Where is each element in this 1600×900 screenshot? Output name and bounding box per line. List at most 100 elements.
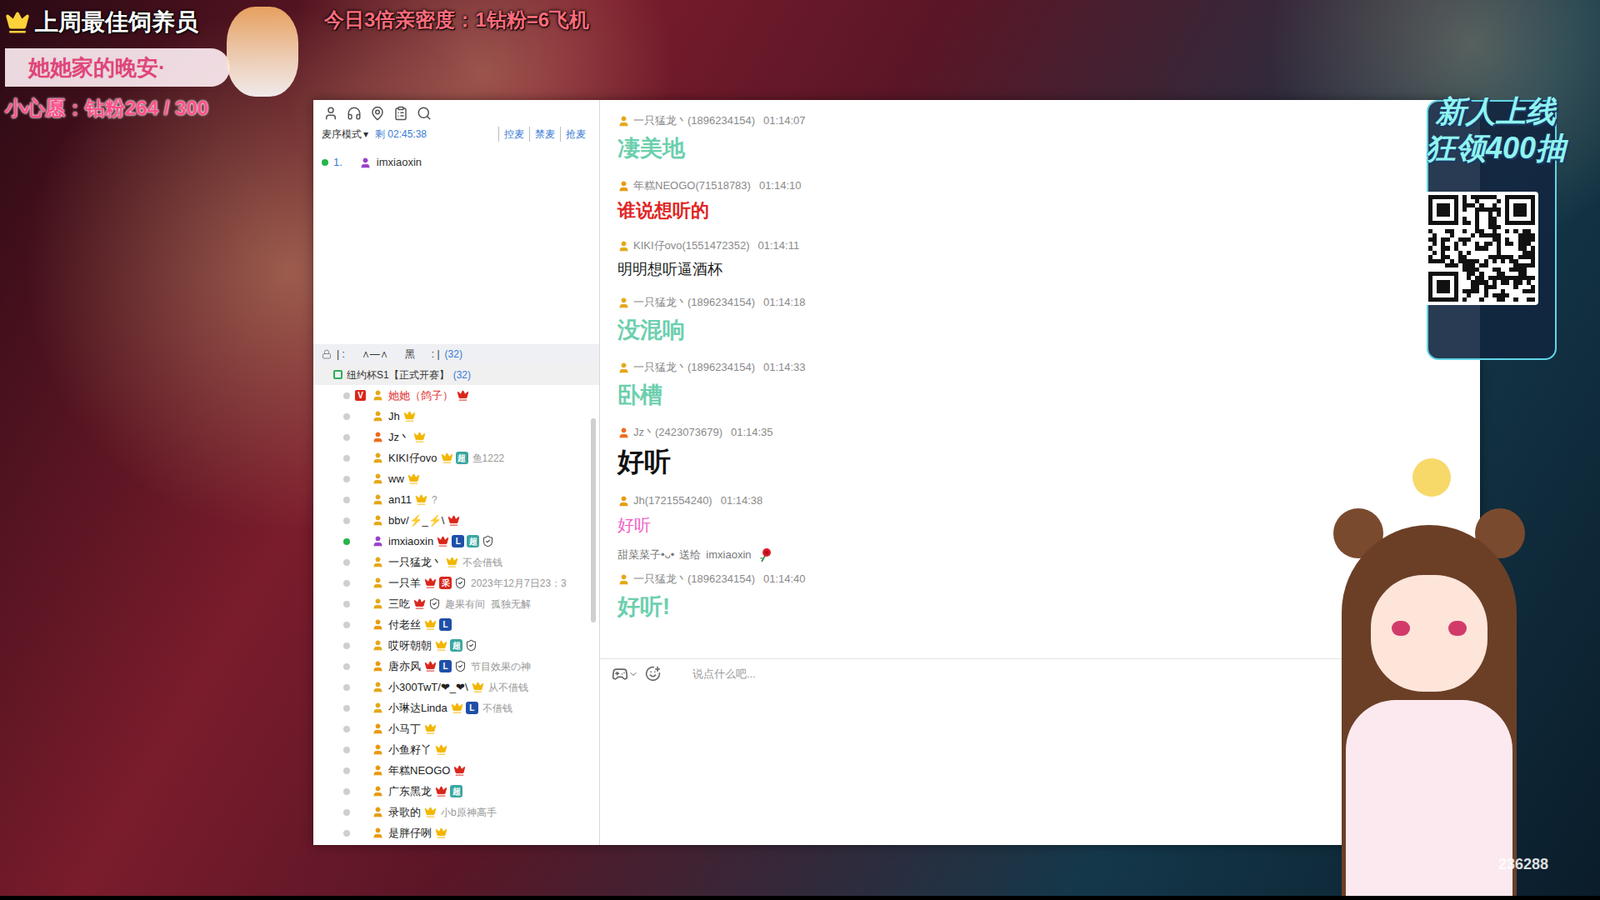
member-status-dot [343, 580, 350, 587]
chat-message-text: 没混响 [617, 315, 1480, 345]
member-row[interactable]: imxiaoxinL超 [313, 530, 600, 552]
chat-time: 01:14:11 [758, 238, 800, 254]
mic-action-link[interactable]: 抢麦 [560, 126, 591, 142]
member-row[interactable]: 唐亦风L节目效果の神 [313, 655, 600, 677]
member-row[interactable]: 小琳达LindaL不借钱 [313, 697, 600, 719]
member-note: ? [431, 492, 438, 508]
member-row[interactable]: 付老丝L [313, 614, 600, 635]
chat-time: 01:14:07 [763, 113, 806, 129]
member-role-icon [617, 495, 630, 508]
crown-badge-icon [413, 597, 426, 610]
member-row[interactable]: 年糕NEOGO [313, 760, 600, 781]
member-row[interactable]: ww [313, 468, 600, 490]
shield-badge-icon [481, 535, 495, 548]
member-row[interactable]: bbv/⚡_⚡\ [313, 510, 600, 531]
crown-badge-icon [445, 555, 459, 569]
member-row[interactable]: Jz丶 [313, 426, 600, 448]
member-row[interactable]: 广东黑龙超 [313, 780, 600, 802]
font-style-icon[interactable] [645, 665, 661, 682]
member-role-icon [371, 493, 385, 506]
member-tag-badge: 超 [450, 639, 463, 652]
crown-badge-icon [424, 722, 437, 735]
chat-app-window: 麦序模式▾ 剩 02:45:38 控麦禁麦抢麦 1.imxiaoxin | : ∧—∧ … [313, 100, 1480, 845]
member-status-dot [343, 725, 350, 733]
member-name: KIKI仔ovo [388, 450, 438, 467]
member-row[interactable]: 三吃趣果有间 孤独无解 [313, 593, 600, 615]
member-row[interactable]: 录歌的小b原神高手 [313, 801, 600, 823]
member-status-dot [343, 663, 350, 670]
member-status-dot [343, 392, 350, 400]
member-name: 一只猛龙丶 [388, 554, 443, 571]
shield-badge-icon [454, 576, 467, 590]
member-row[interactable]: 小鱼籽丫 [313, 739, 600, 760]
member-row[interactable]: 一只羊采2023年12月7日23：3 [313, 572, 600, 594]
chat-user[interactable]: Jh(1721554240) [633, 493, 713, 509]
stream-watermark: 236288 [1498, 853, 1549, 876]
game-menu-button[interactable] [611, 665, 639, 683]
member-name: an11 [388, 491, 412, 509]
member-row[interactable]: 小300TwT/❤_❤\ 从不借钱 [313, 676, 600, 698]
member-row[interactable]: an11? [313, 489, 600, 510]
member-tag-badge: L [451, 535, 465, 548]
member-role-icon [617, 296, 630, 310]
member-role-icon [371, 389, 385, 402]
member-row[interactable]: 小马丁 [313, 718, 600, 740]
chat-message: 年糕NEOGO(71518783)01:14:10谁说想听的 [617, 178, 1480, 224]
mic-queue-entry[interactable]: 1.imxiaoxin [321, 153, 591, 172]
member-row[interactable]: Jh [313, 405, 600, 427]
member-tag-badge: 超 [450, 785, 463, 798]
member-tag-badge: L [465, 701, 479, 715]
chat-user[interactable]: 一只猛龙丶(1896234154) [633, 295, 755, 310]
crown-badge-icon [471, 680, 485, 694]
member-name: 小300TwT/❤_❤\ [388, 679, 469, 696]
member-status-dot [343, 830, 350, 837]
member-name: ww [388, 470, 405, 488]
mic-action-link[interactable]: 禁麦 [529, 126, 560, 142]
member-role-icon [371, 826, 385, 840]
chat-user[interactable]: 一只猛龙丶(1896234154) [633, 113, 755, 129]
member-note: 从不借钱 [488, 680, 529, 695]
search-icon[interactable] [416, 105, 432, 121]
user-icon[interactable] [323, 105, 339, 121]
member-row[interactable]: 哎呀朝朝超 [313, 635, 600, 656]
member-status-dot [343, 434, 350, 441]
chat-user[interactable]: KIKI仔ovo(1551472352) [633, 238, 750, 254]
member-row[interactable]: 是胖仔咧 [313, 822, 600, 844]
member-status-dot [343, 559, 350, 566]
member-row[interactable]: V她她（鸽子） [313, 385, 600, 406]
member-tag-badge: L [439, 660, 452, 673]
chat-time: 01:14:10 [759, 178, 802, 194]
headset-icon[interactable] [346, 105, 362, 121]
chat-time: 01:14:38 [720, 493, 764, 509]
chat-user[interactable]: 一只猛龙丶(1896234154) [633, 571, 755, 587]
member-status-dot [343, 705, 350, 712]
mic-action-link[interactable]: 控麦 [498, 126, 530, 142]
member-status-dot [343, 767, 350, 775]
member-note: 小b原神高手 [440, 805, 497, 820]
subchannel-row[interactable]: 纽约杯S1【正式开赛】(32) [313, 364, 600, 385]
channel-header[interactable]: | : ∧—∧ 黑 : |(32) [313, 344, 600, 365]
member-role-icon [371, 722, 385, 735]
member-row[interactable]: 一只猛龙丶不会借钱 [313, 551, 600, 573]
promo-overlay: 新人上线狂领400抽 [1408, 93, 1584, 305]
mic-remaining: 剩 02:45:38 [375, 126, 427, 142]
member-role-icon [371, 764, 385, 777]
mic-mode-select[interactable]: 麦序模式▾ [321, 126, 369, 142]
best-keeper-title: 上周最佳饲养员 [35, 5, 199, 40]
chat-user[interactable]: Jz丶(2423073679) [633, 425, 723, 440]
chat-user[interactable]: 一只猛龙丶(1896234154) [633, 360, 755, 375]
member-name: 是胖仔咧 [388, 825, 432, 842]
crown-badge-icon [407, 472, 420, 485]
member-name: bbv/⚡_⚡\ [388, 512, 445, 530]
crown-badge-icon [440, 451, 454, 465]
member-status-dot [343, 538, 350, 545]
list-icon[interactable] [393, 105, 409, 121]
member-list-scrollbar[interactable] [590, 418, 596, 623]
member-tag-badge: L [439, 618, 452, 631]
member-row[interactable]: KIKI仔ovo超鱼1222 [313, 447, 600, 469]
location-icon[interactable] [370, 105, 385, 121]
chat-time: 01:14:33 [763, 360, 806, 375]
chat-message-header: 年糕NEOGO(71518783) 01:14:10 [617, 178, 1480, 194]
vtuber-avatar-picture [1333, 475, 1525, 900]
chat-user[interactable]: 年糕NEOGO(71518783) [633, 178, 751, 194]
